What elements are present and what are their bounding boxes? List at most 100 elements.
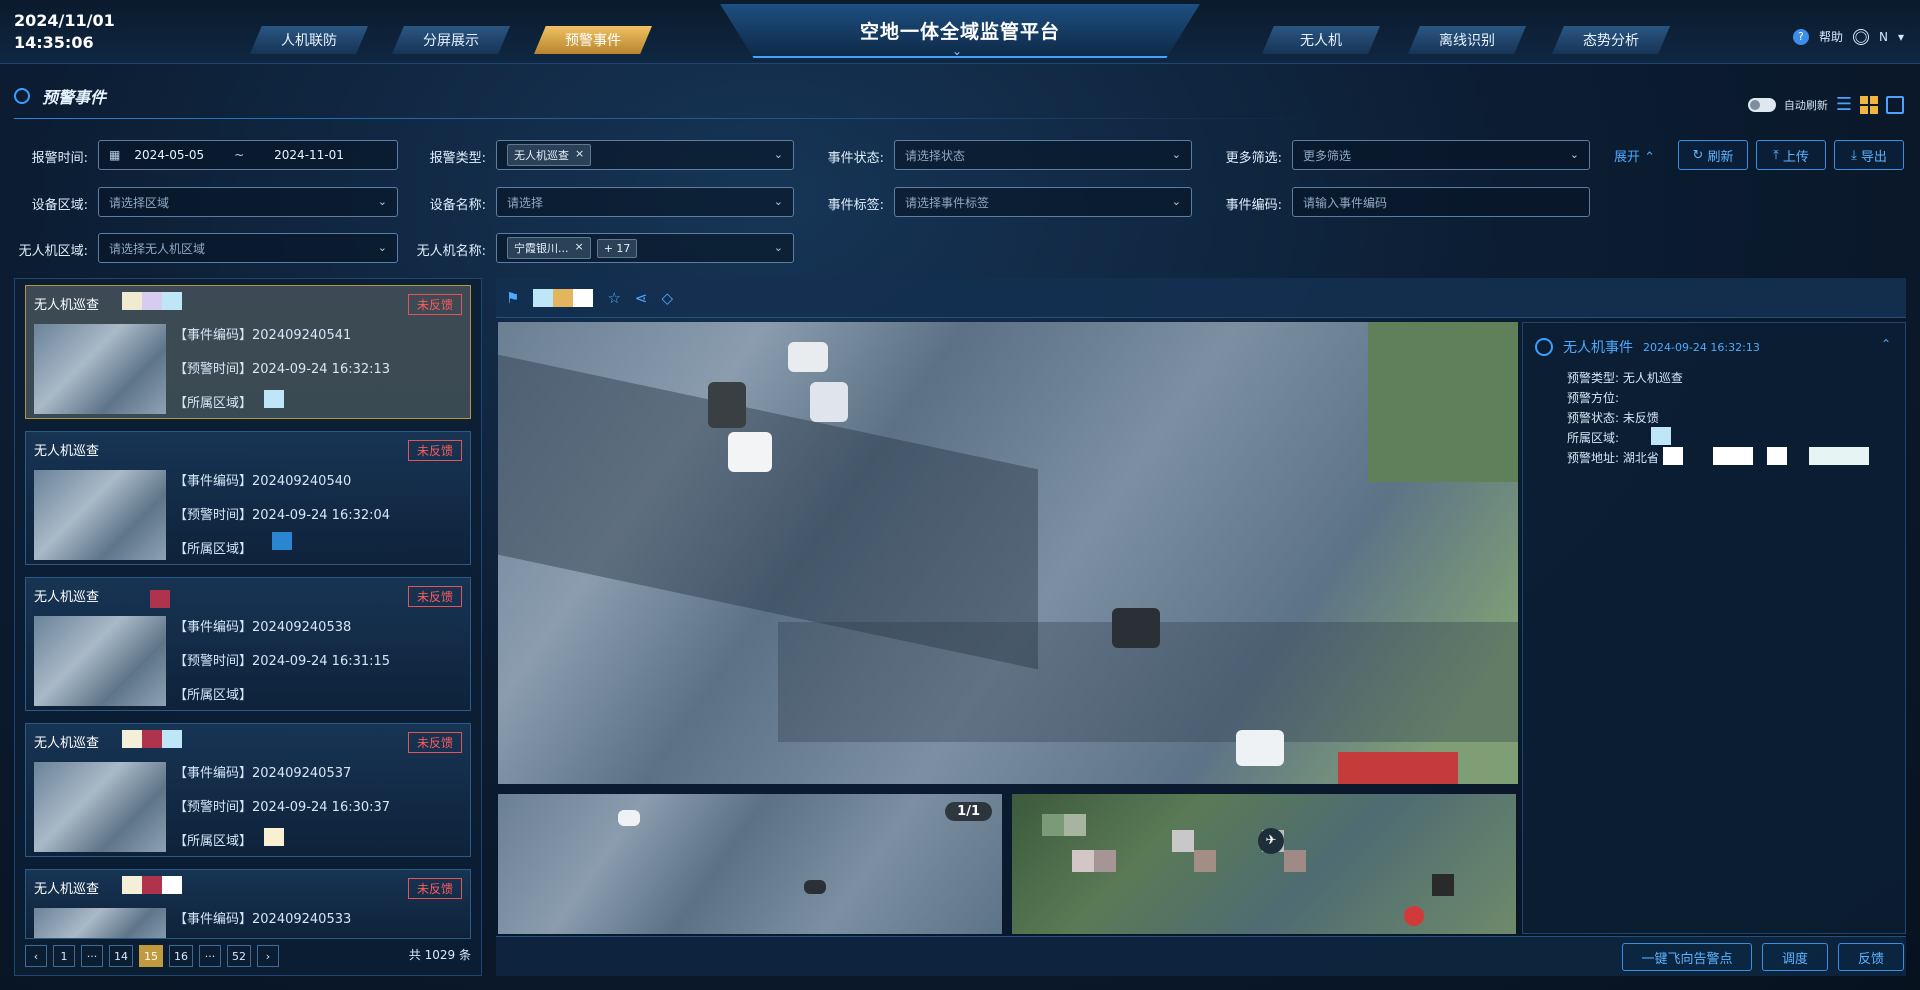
fly-to-alarm-button[interactable]: 一键飞向告警点	[1622, 943, 1752, 971]
feedback-button[interactable]: 反馈	[1838, 943, 1904, 971]
nav-tab-alert-events[interactable]: 预警事件	[534, 26, 652, 54]
flag-icon[interactable]: ⚑	[506, 289, 519, 307]
redacted-title	[533, 288, 594, 307]
more-filter-placeholder: 更多筛选	[1303, 148, 1352, 163]
clock: 2024/11/01 14:35:06	[14, 10, 115, 54]
redacted-block	[264, 390, 284, 408]
grid-view-icon[interactable]	[1860, 95, 1878, 114]
user-name[interactable]: N	[1879, 30, 1888, 44]
export-button[interactable]: ⤓ 导出	[1834, 140, 1904, 170]
date-start[interactable]: 2024-05-05	[134, 148, 204, 162]
next-page-button[interactable]: ›	[257, 945, 279, 967]
auto-refresh-toggle[interactable]	[1747, 97, 1776, 112]
nav-tab-offline-recognition[interactable]: 离线识别	[1408, 26, 1526, 54]
prev-page-button[interactable]: ‹	[25, 945, 47, 967]
redacted-block	[162, 730, 182, 748]
help-icon[interactable]: ?	[1792, 28, 1809, 45]
clock-time: 14:35:06	[14, 33, 94, 52]
tag-close-icon[interactable]: ×	[575, 240, 584, 256]
event-card[interactable]: 无人机巡查 未反馈 【事件编码】202409240538 【预警时间】2024-…	[25, 577, 471, 711]
page-button[interactable]: 1	[53, 945, 75, 967]
device-area-placeholder: 请选择区域	[109, 195, 170, 210]
device-name-select[interactable]: 请选择 ⌄	[496, 187, 794, 217]
map-mosaic	[1284, 850, 1306, 872]
tag-close-icon[interactable]: ×	[575, 147, 584, 163]
detail-key: 预警状态:	[1567, 411, 1620, 425]
device-area-select[interactable]: 请选择区域 ⌄	[98, 187, 398, 217]
redacted-block	[272, 532, 292, 550]
expand-filters-link[interactable]: 展开 ⌃	[1614, 146, 1655, 165]
chevron-down-icon: ⌄	[377, 195, 387, 208]
more-filter-select[interactable]: 更多筛选 ⌄	[1292, 140, 1590, 170]
event-thumbnail[interactable]	[34, 616, 166, 706]
export-label: 导出	[1860, 149, 1887, 165]
star-icon[interactable]: ☆	[607, 289, 620, 307]
event-main-image[interactable]	[498, 322, 1518, 784]
event-area: 【所属区域】	[174, 396, 253, 411]
page-ellipsis[interactable]: ···	[199, 945, 221, 967]
pagination: ‹ 1 ··· 14 15 16 ··· 52 ›	[25, 945, 279, 967]
date-range-picker[interactable]: ▦ 2024-05-05 ~ 2024-11-01	[98, 140, 398, 170]
event-card[interactable]: 无人机巡查 未反馈 【事件编码】202409240541 【预警时间】2024-…	[25, 285, 471, 419]
date-end[interactable]: 2024-11-01	[274, 148, 344, 162]
redacted-block	[1651, 427, 1671, 445]
page-button-current[interactable]: 15	[139, 945, 163, 967]
viewer-toolbar: ⚑ ☆ ⋖ ◇	[496, 278, 1906, 318]
map-thumbnail[interactable]: ✈	[1012, 794, 1516, 934]
redacted-block	[122, 876, 142, 894]
share-icon[interactable]: ⋖	[635, 289, 648, 307]
list-view-icon[interactable]: ☰	[1836, 94, 1852, 115]
page-button[interactable]: 52	[227, 945, 251, 967]
event-thumbnail[interactable]	[34, 908, 166, 938]
event-card[interactable]: 无人机巡查 未反馈 【事件编码】202409240537 【预警时间】2024-…	[25, 723, 471, 857]
thumbnail-frame[interactable]: 1/1	[498, 794, 1002, 934]
event-tag-select[interactable]: 请选择事件标签 ⌄	[894, 187, 1192, 217]
expand-label[interactable]: 展开	[1614, 150, 1640, 165]
nav-tab-situation-analysis[interactable]: 态势分析	[1552, 26, 1670, 54]
car	[728, 432, 772, 472]
nav-tab-split-screen[interactable]: 分屏展示	[392, 26, 510, 54]
map-mosaic	[1172, 830, 1194, 852]
status-badge: 未反馈	[407, 732, 462, 753]
nav-tab-drone[interactable]: 无人机	[1262, 26, 1380, 54]
more-filter-label: 更多筛选:	[1225, 151, 1282, 166]
event-status-select[interactable]: 请选择状态 ⌄	[894, 140, 1192, 170]
help-link[interactable]: 帮助	[1819, 28, 1843, 45]
user-icon[interactable]: ◯	[1852, 28, 1869, 45]
page-button[interactable]: 16	[169, 945, 193, 967]
calendar-icon: ▦	[109, 148, 121, 162]
event-card[interactable]: 无人机巡查 未反馈 【事件编码】202409240533	[25, 869, 471, 939]
drone-area-select[interactable]: 请选择无人机区域 ⌄	[98, 233, 398, 263]
refresh-button[interactable]: ↻ 刷新	[1678, 140, 1748, 170]
upload-button[interactable]: ⤒ 上传	[1756, 140, 1826, 170]
event-card-title: 无人机巡查	[34, 298, 100, 313]
detail-row: 预警方位:	[1567, 389, 1619, 406]
user-menu-chevron-icon[interactable]: ▾	[1898, 30, 1904, 44]
alarm-point-icon[interactable]	[1404, 906, 1424, 926]
redacted-block	[122, 730, 142, 748]
event-thumbnail[interactable]	[34, 470, 166, 560]
satellite-icon	[1535, 338, 1553, 356]
tag-icon[interactable]: ◇	[661, 289, 673, 307]
event-thumbnail[interactable]	[34, 762, 166, 852]
auto-refresh-label: 自动刷新	[1783, 98, 1828, 112]
page-button[interactable]: 14	[109, 945, 133, 967]
dispatch-button[interactable]: 调度	[1762, 943, 1828, 971]
upload-label: 上传	[1782, 149, 1809, 165]
section-title: 预警事件	[42, 88, 107, 107]
event-card[interactable]: 无人机巡查 未反馈 【事件编码】202409240540 【预警时间】2024-…	[25, 431, 471, 565]
drone-name-select[interactable]: 宁霞银川... × + 17 ⌄	[496, 233, 794, 263]
collapse-chevron-icon[interactable]: ⌃	[1881, 337, 1891, 351]
image-view-icon[interactable]	[1886, 95, 1904, 114]
nav-tab-human-defense[interactable]: 人机联防	[250, 26, 368, 54]
event-code-input[interactable]: 请输入事件编码	[1292, 187, 1590, 217]
page-ellipsis[interactable]: ···	[81, 945, 103, 967]
redacted-block	[1713, 447, 1753, 465]
event-code: 【事件编码】202409240541	[174, 328, 352, 343]
event-thumbnail[interactable]	[34, 324, 166, 414]
section-divider	[14, 118, 1904, 119]
drone-marker-icon[interactable]: ✈	[1258, 828, 1284, 854]
drone-name-more-tag: + 17	[596, 238, 638, 258]
satellite-icon	[14, 88, 30, 104]
alarm-type-select[interactable]: 无人机巡查 × ⌄	[496, 140, 794, 170]
